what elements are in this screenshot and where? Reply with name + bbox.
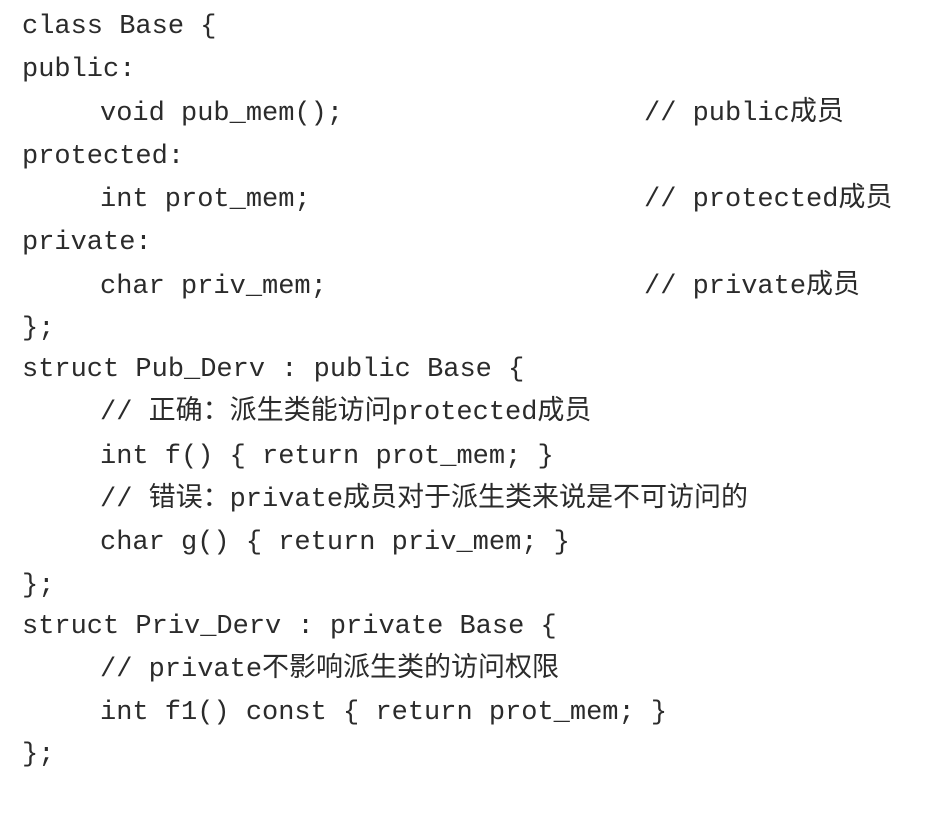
code-text: int f1() const { return prot_mem; } xyxy=(100,698,668,729)
code-comment: // private不影响派生类的访问权限 xyxy=(100,654,560,685)
code-line-public-label: public: xyxy=(22,49,942,92)
code-line-private-label: private: xyxy=(22,222,942,265)
code-line-func-f: int f() { return prot_mem; } xyxy=(22,436,942,479)
code-line-comment-error: // 错误：private成员对于派生类来说是不可访问的 xyxy=(22,479,942,522)
code-listing: class Base { public: void pub_mem(); // p… xyxy=(22,6,942,775)
code-line-struct-priv-derv: struct Priv_Derv : private Base { xyxy=(22,606,942,649)
code-text: int prot_mem; xyxy=(100,185,311,216)
code-text: void pub_mem(); xyxy=(100,98,344,129)
code-line-struct-pub-derv: struct Pub_Derv : public Base { xyxy=(22,349,942,392)
code-text: }; xyxy=(22,570,55,601)
code-line-close-base: }; xyxy=(22,309,942,349)
code-text: int f() { return prot_mem; } xyxy=(100,441,554,472)
code-text: public: xyxy=(22,55,136,86)
code-text: struct Priv_Derv : private Base { xyxy=(22,611,557,642)
code-line-prot-mem: int prot_mem; // protected成员 xyxy=(22,179,942,222)
code-line-close-pub-derv: }; xyxy=(22,566,942,606)
code-line-comment-private: // private不影响派生类的访问权限 xyxy=(22,649,942,692)
code-text: char priv_mem; xyxy=(100,271,327,302)
code-comment: // 正确：派生类能访问protected成员 xyxy=(100,398,592,429)
code-text: class Base { xyxy=(22,12,217,42)
code-line-func-g: char g() { return priv_mem; } xyxy=(22,522,942,565)
code-text: }; xyxy=(22,740,55,771)
code-comment: // 错误：private成员对于派生类来说是不可访问的 xyxy=(100,484,749,515)
code-text: char g() { return priv_mem; } xyxy=(100,528,570,559)
code-line-comment-correct: // 正确：派生类能访问protected成员 xyxy=(22,392,942,435)
code-line-pub-mem: void pub_mem(); // public成员 xyxy=(22,93,942,136)
code-line-priv-mem: char priv_mem; // private成员 xyxy=(22,266,942,309)
code-comment: // protected成员 xyxy=(644,185,893,216)
code-text: private: xyxy=(22,228,152,259)
code-line-protected-label: protected: xyxy=(22,136,942,179)
code-line-func-f1: int f1() const { return prot_mem; } xyxy=(22,692,942,735)
code-comment: // private成员 xyxy=(644,271,861,302)
code-line-close-priv-derv: }; xyxy=(22,735,942,775)
code-text: struct Pub_Derv : public Base { xyxy=(22,355,525,386)
code-comment: // public成员 xyxy=(644,98,844,129)
code-line-class-base: class Base { xyxy=(22,6,942,49)
code-text: protected: xyxy=(22,141,185,172)
code-text: }; xyxy=(22,314,55,345)
